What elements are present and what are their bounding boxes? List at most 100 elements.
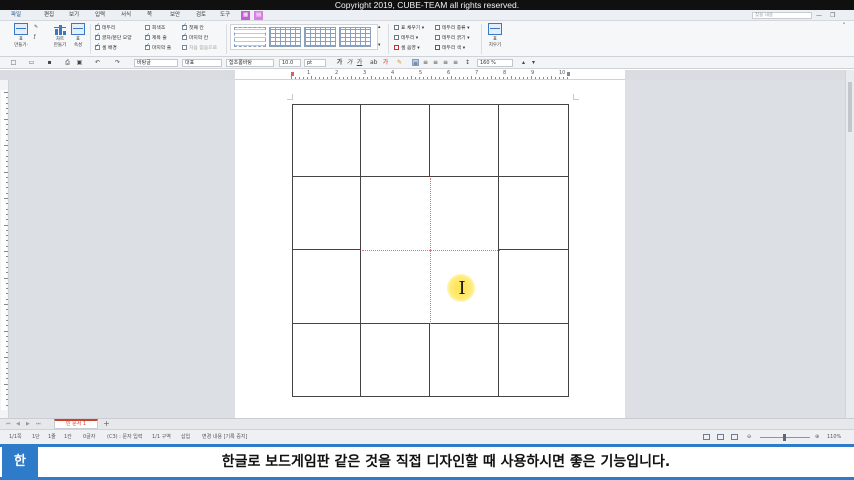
border-type-button[interactable]: 테두리 종류 ▾	[435, 25, 470, 32]
table-cell[interactable]	[360, 104, 430, 177]
language-select[interactable]: 대표	[182, 59, 222, 67]
ribbon-collapse-icon[interactable]: ⌃	[842, 23, 846, 29]
menu-edit[interactable]: 편집	[44, 10, 54, 21]
style-select[interactable]: 바탕글	[134, 59, 178, 67]
formula-icon[interactable]: ƒ	[34, 35, 36, 41]
scrollbar-thumb[interactable]	[848, 82, 852, 132]
highlight-icon[interactable]: ✎	[396, 59, 403, 66]
reset-check[interactable]: 처음 없음으로	[182, 45, 217, 52]
preview-icon[interactable]: ▣	[76, 59, 83, 66]
last-tab-icon[interactable]: ⏭	[36, 420, 41, 428]
last-row-check[interactable]: 마지막 줄	[145, 43, 171, 52]
font-color-icon[interactable]: 가	[382, 59, 389, 66]
font-size-input[interactable]: 10.0	[279, 59, 301, 67]
line-spacing-icon[interactable]: ↕	[464, 59, 471, 66]
status-track-changes[interactable]: 변경 내용 [기록 중지]	[202, 430, 247, 444]
italic-icon[interactable]: 가	[346, 59, 353, 66]
table-cell[interactable]	[292, 104, 361, 177]
add-tab-button[interactable]: +	[101, 419, 112, 429]
table-style-2[interactable]	[304, 27, 336, 47]
menu-review[interactable]: 검토	[196, 10, 206, 21]
table-cell[interactable]	[292, 176, 361, 250]
save-icon[interactable]: ▪	[46, 59, 53, 66]
table-properties-button[interactable]: 표 속성	[66, 23, 90, 49]
create-table-button[interactable]: 표 만들기·	[9, 23, 33, 49]
menu-tools[interactable]: 도구	[220, 10, 230, 21]
status-zoom[interactable]: 110%	[827, 430, 841, 444]
table-style-3[interactable]	[339, 27, 371, 47]
para-down-icon[interactable]: ▾	[530, 59, 537, 66]
menu-security[interactable]: 보안	[170, 10, 180, 21]
table-cell[interactable]	[429, 104, 499, 177]
table-fill-button[interactable]: 표 채우기 ▾	[394, 25, 424, 32]
table-cell[interactable]	[498, 104, 569, 177]
zoom-input[interactable]: 160 %	[477, 59, 513, 67]
new-doc-icon[interactable]: □	[10, 59, 17, 66]
table-design-tab-icon[interactable]: ▦	[241, 11, 251, 20]
next-tab-icon[interactable]: ▶	[26, 420, 30, 428]
table-cell[interactable]	[429, 323, 499, 397]
menu-file[interactable]: 파일	[11, 10, 21, 21]
tab-document-1[interactable]: 빈 문서 1	[54, 419, 98, 429]
align-justify-icon[interactable]: ≡	[412, 59, 419, 67]
undo-icon[interactable]: ↶	[94, 59, 101, 66]
restore-icon[interactable]: ❐	[830, 11, 835, 20]
align-right-icon[interactable]: ≡	[442, 59, 449, 66]
zoom-slider-knob[interactable]	[783, 434, 786, 441]
align-left-icon[interactable]: ≡	[422, 59, 429, 66]
table-cell[interactable]	[498, 249, 569, 324]
table-cell[interactable]	[498, 176, 569, 250]
table-cell[interactable]	[292, 323, 361, 397]
align-center-icon[interactable]: ≡	[432, 59, 439, 66]
table-cell[interactable]	[292, 249, 361, 324]
bold-icon[interactable]: 가	[336, 59, 343, 66]
table-style-1[interactable]	[269, 27, 301, 47]
cell-shade-button[interactable]: 셀 음영 ▾	[394, 45, 420, 52]
prev-tab-icon[interactable]: ◀	[16, 420, 20, 428]
redo-icon[interactable]: ↷	[114, 59, 121, 66]
table-style-gallery[interactable]	[230, 24, 378, 50]
border-width-button[interactable]: 테두리 굵기 ▾	[435, 35, 470, 42]
char-para-check[interactable]: 글자/문단 모양	[95, 33, 132, 42]
table-style-none[interactable]	[234, 27, 266, 47]
border-color-button[interactable]: 테두리 색 ▾	[435, 45, 465, 52]
border-check[interactable]: 테두리	[95, 23, 115, 32]
strike-icon[interactable]: ab	[370, 59, 378, 66]
cell-edit-icon[interactable]: ✎	[34, 25, 38, 31]
font-select[interactable]: 함초롬바탕	[226, 59, 274, 67]
cell-bg-check[interactable]: 셀 배경	[95, 43, 117, 52]
menu-insert[interactable]: 입력	[95, 10, 105, 21]
search-input[interactable]: 찾을 내용	[752, 12, 812, 19]
header-row-check[interactable]: 제목 줄	[145, 33, 167, 42]
underline-icon[interactable]: 가	[356, 59, 363, 66]
menu-format[interactable]: 서식	[121, 10, 131, 21]
delete-table-button[interactable]: 표 지우기	[483, 23, 507, 49]
menu-view[interactable]: 보기	[69, 10, 79, 21]
first-tab-icon[interactable]: ⏮	[6, 420, 11, 428]
gallery-more-icon[interactable]: ▾	[378, 43, 380, 49]
table-layout-tab-icon[interactable]: ▤	[254, 11, 264, 20]
view-page-icon[interactable]	[731, 434, 738, 440]
right-margin-marker[interactable]	[567, 72, 570, 76]
menu-page[interactable]: 쪽	[147, 10, 152, 21]
gallery-up-icon[interactable]: ▴	[378, 25, 380, 31]
view-normal-icon[interactable]	[703, 434, 710, 440]
table-cell[interactable]	[498, 323, 569, 397]
minimize-icon[interactable]: —	[816, 11, 822, 20]
last-col-check[interactable]: 마지막 칸	[182, 33, 208, 42]
distribute-icon[interactable]: ≡	[452, 59, 459, 66]
print-icon[interactable]: ⎙	[64, 59, 71, 66]
vertical-scrollbar[interactable]	[845, 70, 854, 418]
font-unit-select[interactable]: pt	[304, 59, 326, 67]
zoom-out-icon[interactable]: ⊖	[747, 430, 751, 444]
zoom-in-icon[interactable]: ⊕	[815, 430, 819, 444]
table-cell[interactable]	[360, 323, 430, 397]
grayscale-check[interactable]: 회색조	[145, 25, 165, 32]
status-insert-mode[interactable]: 삽입	[181, 430, 190, 444]
border-button[interactable]: 테두리 ▾	[394, 35, 418, 42]
horizontal-ruler[interactable]: 1 2 3 4 5 6 7 8 9 10	[235, 70, 625, 80]
para-up-icon[interactable]: ▴	[520, 59, 527, 66]
view-web-icon[interactable]	[717, 434, 724, 440]
vertical-ruler[interactable]	[0, 80, 9, 418]
open-icon[interactable]: ▭	[28, 59, 35, 66]
